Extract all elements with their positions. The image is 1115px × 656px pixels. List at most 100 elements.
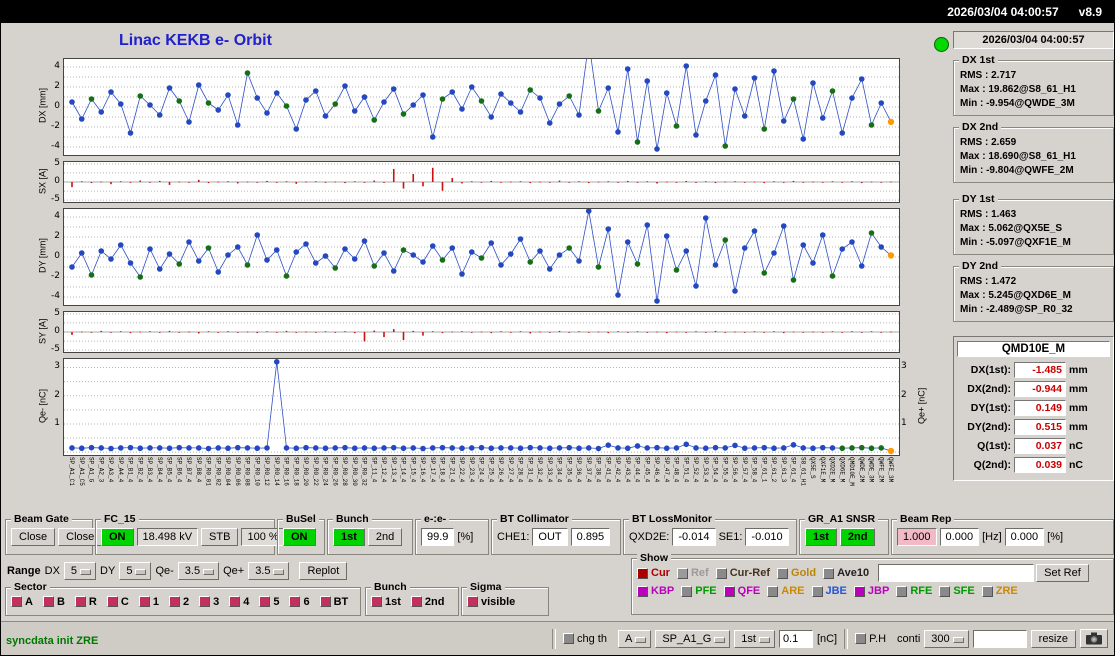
checkbox-6[interactable]: 6	[289, 596, 310, 608]
data-point[interactable]	[293, 445, 300, 452]
data-point[interactable]	[829, 273, 836, 279]
data-point[interactable]	[771, 445, 777, 452]
data-point[interactable]	[459, 106, 465, 112]
data-point[interactable]	[420, 259, 426, 265]
data-point[interactable]	[108, 445, 114, 452]
data-point[interactable]	[468, 249, 475, 255]
data-point[interactable]	[78, 445, 85, 452]
data-point[interactable]	[137, 274, 144, 280]
data-point[interactable]	[566, 93, 573, 99]
data-point[interactable]	[468, 84, 475, 90]
data-point[interactable]	[127, 260, 134, 266]
range-dx-select[interactable]: 5	[63, 562, 97, 580]
data-point[interactable]	[868, 445, 875, 452]
data-point[interactable]	[264, 445, 270, 451]
data-point[interactable]	[878, 100, 885, 106]
data-point[interactable]	[556, 101, 563, 107]
data-point[interactable]	[527, 444, 534, 451]
data-point[interactable]	[234, 244, 241, 250]
data-point[interactable]	[439, 96, 446, 102]
checkbox-sfe[interactable]: SFE	[939, 585, 975, 597]
checkbox-bt[interactable]: BT	[319, 596, 348, 608]
checkbox-2nd[interactable]: 2nd	[410, 596, 444, 608]
data-point[interactable]	[556, 445, 563, 451]
data-point[interactable]	[195, 258, 202, 264]
checkbox-1st[interactable]: 1st	[371, 596, 401, 608]
data-point[interactable]	[117, 242, 124, 248]
data-point[interactable]	[839, 246, 846, 252]
data-point[interactable]	[283, 445, 290, 451]
data-point[interactable]	[722, 237, 729, 243]
chg-th-checkbox[interactable]: chg th	[563, 633, 607, 645]
data-point[interactable]	[887, 118, 895, 126]
data-point[interactable]	[537, 248, 543, 254]
data-point[interactable]	[205, 100, 212, 106]
checkbox-b[interactable]: B	[42, 596, 65, 608]
data-point[interactable]	[371, 117, 378, 123]
data-point[interactable]	[410, 102, 417, 108]
checkbox-qfe[interactable]: QFE	[723, 585, 760, 597]
bunch-select[interactable]: 1st	[734, 629, 775, 648]
data-point[interactable]	[702, 445, 709, 452]
data-point[interactable]	[605, 226, 612, 232]
data-point[interactable]	[819, 115, 826, 121]
data-point[interactable]	[273, 359, 280, 365]
data-point[interactable]	[683, 441, 690, 448]
gr-a1-1st-button[interactable]: 1st	[805, 528, 837, 546]
data-point[interactable]	[615, 445, 621, 451]
data-point[interactable]	[488, 445, 495, 452]
fc15-on-button[interactable]: ON	[101, 528, 134, 546]
data-point[interactable]	[78, 250, 85, 256]
data-point[interactable]	[254, 95, 261, 101]
data-point[interactable]	[449, 445, 456, 451]
data-point[interactable]	[751, 445, 758, 451]
data-point[interactable]	[615, 292, 621, 298]
data-point[interactable]	[849, 95, 855, 101]
data-point[interactable]	[673, 445, 680, 451]
data-point[interactable]	[439, 444, 446, 451]
data-point[interactable]	[205, 245, 212, 251]
data-point[interactable]	[702, 98, 709, 104]
resize-button[interactable]: resize	[1030, 629, 1076, 648]
data-point[interactable]	[732, 442, 738, 449]
data-point[interactable]	[88, 444, 95, 451]
data-point[interactable]	[663, 445, 670, 452]
range-qe-plus-select[interactable]: 3.5	[248, 562, 290, 580]
data-point[interactable]	[527, 259, 534, 265]
data-point[interactable]	[566, 245, 573, 251]
data-point[interactable]	[810, 445, 816, 452]
checkbox-cur[interactable]: Cur	[637, 567, 670, 579]
data-point[interactable]	[234, 444, 241, 451]
data-point[interactable]	[361, 445, 368, 451]
data-point[interactable]	[244, 70, 251, 76]
data-point[interactable]	[381, 445, 387, 451]
data-point[interactable]	[858, 76, 865, 82]
data-point[interactable]	[98, 445, 105, 451]
data-point[interactable]	[117, 445, 124, 451]
data-point[interactable]	[390, 86, 397, 92]
data-point[interactable]	[186, 119, 192, 125]
data-point[interactable]	[98, 248, 105, 254]
chart-dx-plot[interactable]	[63, 58, 900, 156]
data-point[interactable]	[205, 445, 212, 452]
data-point[interactable]	[488, 114, 495, 120]
data-point[interactable]	[322, 445, 329, 452]
data-point[interactable]	[605, 442, 612, 448]
data-point[interactable]	[371, 263, 378, 269]
data-point[interactable]	[780, 118, 787, 124]
data-point[interactable]	[722, 445, 729, 451]
data-point[interactable]	[78, 116, 85, 122]
data-point[interactable]	[410, 445, 417, 451]
data-point[interactable]	[585, 445, 592, 451]
data-point[interactable]	[283, 273, 290, 279]
data-point[interactable]	[351, 445, 358, 452]
data-point[interactable]	[186, 445, 192, 451]
data-point[interactable]	[780, 223, 787, 229]
sector-select[interactable]: A	[617, 629, 652, 648]
data-point[interactable]	[771, 68, 777, 74]
checkbox-2[interactable]: 2	[168, 596, 189, 608]
checkbox-jbp[interactable]: JBP	[853, 585, 889, 597]
data-point[interactable]	[69, 99, 75, 105]
data-point[interactable]	[234, 122, 241, 128]
data-point[interactable]	[147, 445, 153, 451]
